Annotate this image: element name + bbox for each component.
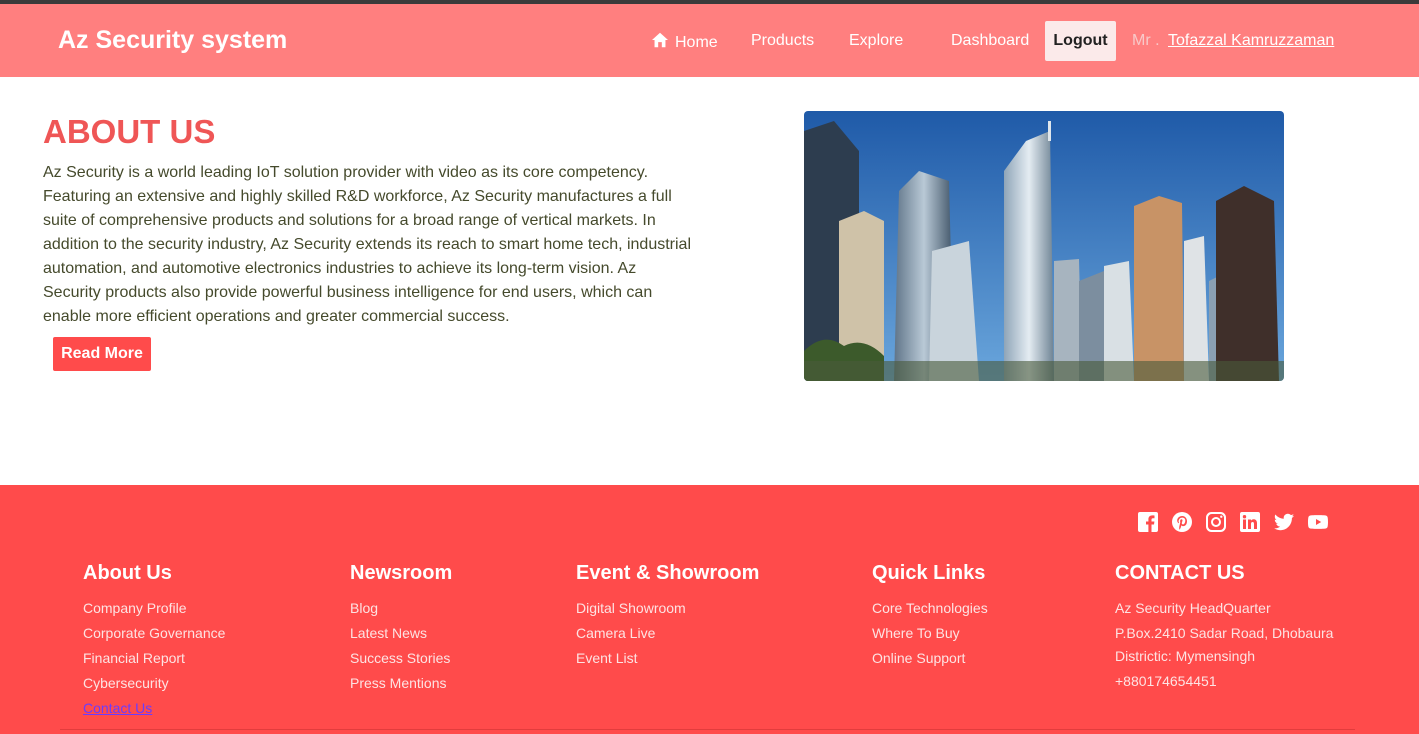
footer-link-where-to-buy[interactable]: Where To Buy [872, 621, 988, 646]
skyscrapers-image [804, 111, 1284, 381]
instagram-icon[interactable] [1206, 512, 1226, 532]
footer-link-camera-live[interactable]: Camera Live [576, 621, 759, 646]
user-prefix: Mr . [1132, 32, 1160, 49]
footer-col-quick-links: Quick Links Core Technologies Where To B… [872, 562, 988, 671]
footer-link-event-list[interactable]: Event List [576, 646, 759, 671]
contact-address-line2: Districtic: Mymensingh [1115, 648, 1256, 664]
footer-heading-newsroom: Newsroom [350, 562, 453, 584]
nav-explore[interactable]: Explore [849, 32, 903, 50]
footer-divider [60, 729, 1355, 730]
nav-home-label: Home [675, 33, 718, 51]
footer-link-success-stories[interactable]: Success Stories [350, 646, 452, 671]
footer-col-contact: CONTACT US Az Security HeadQuarter P.Box… [1115, 562, 1333, 694]
nav-products[interactable]: Products [751, 32, 814, 50]
facebook-icon[interactable] [1138, 512, 1158, 532]
footer: About Us Company Profile Corporate Gover… [0, 485, 1419, 734]
logout-button[interactable]: Logout [1045, 21, 1116, 61]
footer-link-latest-news[interactable]: Latest News [350, 621, 452, 646]
nav-home[interactable]: Home [651, 32, 718, 53]
footer-heading-about: About Us [83, 562, 172, 584]
nav-dashboard[interactable]: Dashboard [951, 32, 1029, 50]
pinterest-icon[interactable] [1172, 512, 1192, 532]
youtube-icon[interactable] [1308, 512, 1328, 532]
footer-col-about: About Us Company Profile Corporate Gover… [83, 562, 225, 721]
footer-link-company-profile[interactable]: Company Profile [83, 596, 225, 621]
navbar: Az Security system Home Products Explore… [0, 4, 1419, 77]
about-text: Az Security is a world leading IoT solut… [43, 164, 692, 325]
footer-col-newsroom: Newsroom Blog Latest News Success Storie… [350, 562, 452, 696]
footer-link-cybersecurity[interactable]: Cybersecurity [83, 671, 225, 696]
about-title: ABOUT US [43, 113, 216, 150]
contact-phone: +880174654451 [1115, 673, 1217, 689]
footer-link-core-technologies[interactable]: Core Technologies [872, 596, 988, 621]
user-name-link[interactable]: Tofazzal Kamruzzaman [1168, 32, 1334, 50]
footer-col-events: Event & Showroom Digital Showroom Camera… [576, 562, 759, 671]
footer-heading-quick-links: Quick Links [872, 562, 986, 584]
linkedin-icon[interactable] [1240, 512, 1260, 532]
home-icon [651, 32, 675, 53]
footer-link-press-mentions[interactable]: Press Mentions [350, 671, 452, 696]
footer-link-blog[interactable]: Blog [350, 596, 452, 621]
contact-hq: Az Security HeadQuarter [1115, 600, 1271, 616]
footer-heading-contact: CONTACT US [1115, 562, 1245, 584]
footer-link-financial-report[interactable]: Financial Report [83, 646, 225, 671]
footer-link-online-support[interactable]: Online Support [872, 646, 988, 671]
footer-link-corporate-governance[interactable]: Corporate Governance [83, 621, 225, 646]
footer-link-contact-us[interactable]: Contact Us [83, 696, 225, 721]
brand-logo[interactable]: Az Security system [58, 26, 287, 55]
footer-link-digital-showroom[interactable]: Digital Showroom [576, 596, 759, 621]
footer-heading-events: Event & Showroom [576, 562, 760, 584]
read-more-button[interactable]: Read More [53, 337, 151, 371]
contact-address-line1: P.Box.2410 Sadar Road, Dhobaura [1115, 625, 1334, 641]
twitter-icon[interactable] [1274, 512, 1294, 532]
